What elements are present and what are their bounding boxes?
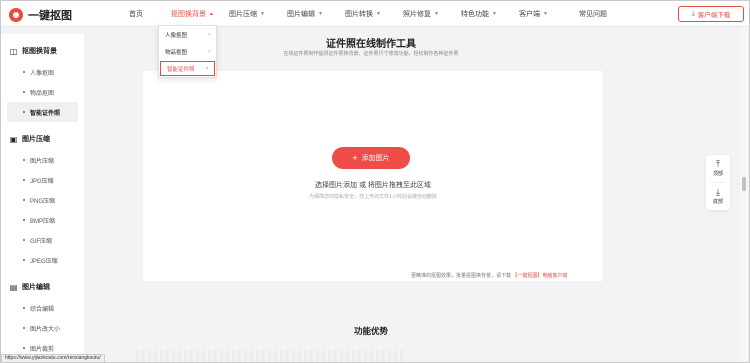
sidebar-item[interactable]: PNG压缩 [1, 190, 84, 210]
chevron-down-icon: ▼ [434, 11, 439, 17]
sidebar-group-title: 图片编辑 [22, 284, 50, 291]
cutout-icon: ◫ [9, 46, 18, 56]
sidebar-item[interactable]: 人像抠图 [1, 62, 84, 82]
privacy-note: 为保障您的隐私安全，您上传的文件1小时后会被自动删除 [309, 194, 437, 200]
main-nav: 首页 抠图换背景 ▲ 图片压缩 ▼ 图片编辑 ▼ 图片转换 ▼ 照片修复 ▼ 特色功能 ▼ 客户端 ▼ 常见问… [129, 1, 629, 27]
nav-item-label: 抠图换背景 [171, 11, 206, 18]
nav-item-image-convert[interactable]: 图片转换 ▼ [345, 1, 403, 27]
dropdown-item-portrait-cutout[interactable]: 人像抠图 › [159, 26, 216, 43]
edit-icon: ▤ [9, 282, 18, 292]
sidebar-item[interactable]: 图片改大小 [1, 318, 84, 338]
status-bar-url: https://www.yijiankoutu.com/renxiangkout… [1, 354, 105, 363]
arrow-up-icon: ⤒ [716, 159, 720, 169]
sidebar-group-header: ◫ 抠图换背景 [1, 44, 84, 58]
download-icon: ⤓ [691, 10, 695, 17]
sidebar-group-title: 抠图换背景 [22, 48, 57, 55]
nav-item-client[interactable]: 客户端 ▼ [519, 1, 579, 27]
nav-item-faq[interactable]: 常见问题 [579, 1, 629, 27]
nav-item-photo-repair[interactable]: 照片修复 ▼ [403, 1, 461, 27]
chevron-down-icon: ▼ [543, 11, 548, 17]
add-image-button[interactable]: + 添加图片 [332, 147, 410, 169]
upload-dropzone[interactable]: + 添加图片 选择图片添加 或 将图片拖拽至此区域 为保障您的隐私安全，您上传的… [143, 71, 603, 281]
chevron-down-icon: ▼ [376, 11, 381, 17]
logo[interactable]: 一键抠图 [9, 7, 72, 23]
sidebar-group-header: ▣ 图片压缩 [1, 132, 84, 146]
plus-icon: + [352, 152, 358, 163]
nav-item-label: 照片修复 [403, 11, 431, 18]
client-download-button[interactable]: ⤓ 客户端下载 [678, 6, 744, 22]
nav-item-label: 图片编辑 [287, 11, 315, 18]
sidebar-item[interactable]: 图片压缩 [1, 150, 84, 170]
scrollbar-thumb[interactable] [742, 177, 746, 191]
nav-item-home[interactable]: 首页 [129, 1, 171, 27]
logo-text: 一键抠图 [28, 10, 72, 22]
upload-tip: 选择图片添加 或 将图片拖拽至此区域 [315, 182, 431, 189]
dropdown-item-smart-id-photo[interactable]: 智能证件照 › [160, 61, 215, 76]
chevron-right-icon: › [208, 48, 210, 55]
dropdown-item-label: 物品抠图 [165, 49, 188, 56]
advantages-placeholder [136, 350, 406, 362]
dropdown-item-object-cutout[interactable]: 物品抠图 › [159, 43, 216, 60]
chevron-right-icon: › [208, 31, 210, 38]
chevron-up-icon: ▲ [209, 11, 214, 17]
download-hint-text: 更精准的抠图效果，批量抠图换背景，请下载 [411, 273, 512, 279]
sidebar-item[interactable]: 智能证件照 [7, 102, 78, 122]
nav-item-label: 首页 [129, 11, 143, 18]
nav-item-label: 特色功能 [461, 11, 489, 18]
nav-item-special-features[interactable]: 特色功能 ▼ [461, 1, 519, 27]
sidebar-item[interactable]: 物品抠图 [1, 82, 84, 102]
scroll-top-button[interactable]: ⤒ 顶部 [706, 155, 730, 182]
scroll-bottom-button[interactable]: ⤓ 底部 [706, 183, 730, 210]
sidebar-item[interactable]: BMP压缩 [1, 210, 84, 230]
page-scrollbar[interactable] [740, 27, 748, 362]
dropdown-item-label: 智能证件照 [167, 66, 195, 73]
nav-item-image-edit[interactable]: 图片编辑 ▼ [287, 1, 345, 27]
add-image-label: 添加图片 [361, 155, 390, 162]
nav-item-label: 图片转换 [345, 11, 373, 18]
download-hint: 更精准的抠图效果，批量抠图换背景，请下载 【一键抠图】电脑客户端 [411, 272, 567, 279]
nav-item-label: 常见问题 [579, 11, 607, 18]
sidebar-item[interactable]: GIF压缩 [1, 230, 84, 250]
top-header: 一键抠图 首页 抠图换背景 ▲ 图片压缩 ▼ 图片编辑 ▼ 图片转换 ▼ 照片修复 ▼ 特色功能 ▼ 客户… [1, 1, 749, 27]
nav-item-cutout-background[interactable]: 抠图换背景 ▲ [171, 1, 229, 27]
nav-item-label: 图片压缩 [229, 11, 257, 18]
client-download-label: 客户端下载 [697, 12, 731, 19]
nav-item-image-compress[interactable]: 图片压缩 ▼ [229, 1, 287, 27]
chevron-down-icon: ▼ [492, 11, 497, 17]
arrow-down-icon: ⤓ [716, 187, 720, 197]
compress-icon: ▣ [9, 134, 18, 144]
chevron-down-icon: ▼ [318, 11, 323, 17]
sidebar-item[interactable]: 综合编辑 [1, 298, 84, 318]
sidebar-item[interactable]: JPEG压缩 [1, 250, 84, 270]
advantages-heading: 功能优势 [353, 326, 388, 336]
desktop-client-link[interactable]: 【一键抠图】电脑客户端 [512, 273, 567, 279]
sidebar-group-header: ▤ 图片编辑 [1, 280, 84, 294]
sidebar-group-title: 图片压缩 [22, 136, 50, 143]
dropdown-item-label: 人像抠图 [165, 32, 188, 39]
nav-item-label: 客户端 [519, 11, 540, 18]
logo-icon [9, 8, 23, 22]
sidebar-item[interactable]: JPG压缩 [1, 170, 84, 190]
scroll-top-label: 顶部 [712, 171, 723, 177]
scroll-bottom-label: 底部 [712, 199, 723, 205]
cutout-dropdown-menu: 人像抠图 › 物品抠图 › 智能证件照 › [158, 25, 217, 78]
float-toolbar: ⤒ 顶部 ⤓ 底部 [706, 155, 730, 210]
sidebar: ◫ 抠图换背景 人像抠图 物品抠图 智能证件照 ▣ 图片压缩 图片压缩 JPG压缩 PNG压缩 BM… [1, 34, 84, 362]
chevron-down-icon: ▼ [260, 11, 265, 17]
chevron-right-icon: › [206, 65, 208, 72]
